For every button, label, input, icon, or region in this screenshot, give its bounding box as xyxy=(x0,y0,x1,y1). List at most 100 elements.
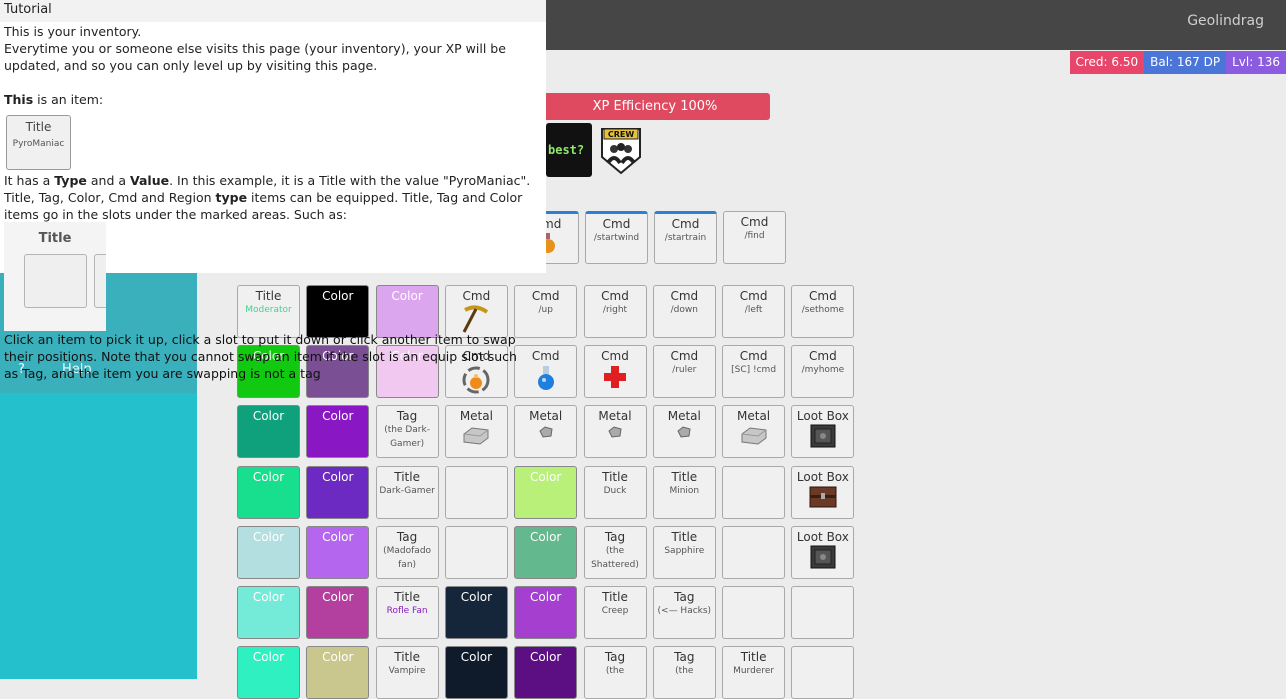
item-slot-tag[interactable]: Tag(<— Hacks) xyxy=(653,586,716,639)
item-value-label: Murderer xyxy=(723,664,784,678)
item-slot-metal[interactable]: Metal xyxy=(514,405,577,458)
item-slot-tag[interactable]: Tag(the xyxy=(584,646,647,699)
item-type-label: Title xyxy=(585,470,646,484)
item-slot-loot-box[interactable]: Loot Box xyxy=(791,466,854,519)
item-slot-title[interactable]: TitleSapphire xyxy=(653,526,716,579)
svg-text:best?: best? xyxy=(548,143,584,157)
username-link[interactable]: Geolindrag xyxy=(1187,13,1264,29)
tutorial-intro: This is your inventory. xyxy=(4,23,546,40)
equip-slot-cmd[interactable]: Cmd/startwind xyxy=(585,211,648,264)
item-value-label: (the Shattered) xyxy=(585,544,646,572)
item-slot-color[interactable]: Color xyxy=(237,646,300,699)
item-slot-color[interactable]: Color xyxy=(237,466,300,519)
balance-badge: Bal: 167 DP xyxy=(1144,51,1226,74)
item-type-label: Tag xyxy=(377,409,438,423)
stats-bar: Cred: 6.50 Bal: 167 DP Lvl: 136 xyxy=(1070,51,1286,74)
item-type-label: Metal xyxy=(723,409,784,423)
item-type-label: Tag xyxy=(585,650,646,664)
item-type-label: Color xyxy=(307,470,368,484)
item-slot-metal[interactable]: Metal xyxy=(445,405,508,458)
item-value-label: /down xyxy=(654,303,715,317)
empty-slot[interactable] xyxy=(445,466,508,519)
item-slot-title[interactable]: TitleRofle Fan xyxy=(376,586,439,639)
level-badge: Lvl: 136 xyxy=(1226,51,1286,74)
item-value-label: (the Dark-Gamer) xyxy=(377,423,438,451)
empty-slot[interactable] xyxy=(791,586,854,639)
item-slot-color[interactable]: Color xyxy=(514,646,577,699)
item-type-label: Color xyxy=(307,530,368,544)
item-type-label: Title xyxy=(377,650,438,664)
item-type-label: Color xyxy=(515,650,576,664)
item-slot-tag[interactable]: Tag(the xyxy=(653,646,716,699)
item-slot-cmd[interactable]: Cmd/myhome xyxy=(791,345,854,398)
item-slot-color[interactable]: Color xyxy=(306,526,369,579)
item-type-label: Cmd xyxy=(723,349,784,363)
item-slot-color[interactable]: Color xyxy=(306,466,369,519)
item-slot-cmd[interactable]: Cmd/right xyxy=(584,285,647,338)
item-slot-title[interactable]: TitleDuck xyxy=(584,466,647,519)
item-type-label: Color xyxy=(307,590,368,604)
item-slot-title[interactable]: TitleVampire xyxy=(376,646,439,699)
item-slot-cmd[interactable]: Cmd xyxy=(584,345,647,398)
item-slot-cmd[interactable]: Cmd/ruler xyxy=(653,345,716,398)
item-slot-color[interactable]: Color xyxy=(306,405,369,458)
item-slot-color[interactable]: Color xyxy=(514,526,577,579)
item-slot-metal[interactable]: Metal xyxy=(722,405,785,458)
equip-slot-cmd[interactable]: Cmd/startrain xyxy=(654,211,717,264)
item-type-label: Title xyxy=(377,470,438,484)
item-slot-loot-box[interactable]: Loot Box xyxy=(791,405,854,458)
item-slot-color[interactable]: Color xyxy=(237,586,300,639)
item-slot-tag[interactable]: Tag(the Shattered) xyxy=(584,526,647,579)
item-slot-cmd[interactable]: Cmd/sethome xyxy=(791,285,854,338)
tutorial-title: Tutorial xyxy=(0,0,546,22)
tutorial-example-slots: Title xyxy=(4,222,106,331)
item-slot-metal[interactable]: Metal xyxy=(584,405,647,458)
item-type-label: Color xyxy=(515,470,576,484)
item-slot-title[interactable]: TitleMinion xyxy=(653,466,716,519)
item-slot-title[interactable]: TitleDark-Gamer xyxy=(376,466,439,519)
item-slot-color[interactable]: Color xyxy=(445,646,508,699)
item-type-label: Cmd xyxy=(792,289,853,303)
item-type-label: Cmd xyxy=(792,349,853,363)
item-slot-color[interactable]: Color xyxy=(514,586,577,639)
item-slot-cmd[interactable]: Cmd/down xyxy=(653,285,716,338)
item-slot-cmd[interactable]: Cmd/find xyxy=(723,211,786,264)
item-type-label: Cmd xyxy=(585,349,646,363)
ingot-icon xyxy=(723,424,784,450)
item-slot-loot-box[interactable]: Loot Box xyxy=(791,526,854,579)
empty-slot[interactable] xyxy=(722,586,785,639)
item-slot-color[interactable]: Color xyxy=(306,646,369,699)
item-value-label: (the xyxy=(654,664,715,678)
item-slot-tag[interactable]: Tag(the Dark-Gamer) xyxy=(376,405,439,458)
item-value-label: (the xyxy=(585,664,646,678)
empty-slot[interactable] xyxy=(722,526,785,579)
item-value-label: Dark-Gamer xyxy=(377,484,438,498)
empty-slot[interactable] xyxy=(445,526,508,579)
item-slot-color[interactable]: Color xyxy=(306,586,369,639)
item-slot-tag[interactable]: Tag(Madofado fan) xyxy=(376,526,439,579)
empty-slot[interactable] xyxy=(791,646,854,699)
tutorial-xp-note: Everytime you or someone else visits thi… xyxy=(4,40,546,74)
item-value-label: /left xyxy=(723,303,784,317)
red-cross-icon xyxy=(585,364,646,394)
item-slot-metal[interactable]: Metal xyxy=(653,405,716,458)
item-type-label: Tag xyxy=(654,590,715,604)
item-slot-color[interactable]: Color xyxy=(237,405,300,458)
item-slot-title[interactable]: TitleMurderer xyxy=(722,646,785,699)
item-type-label: Color xyxy=(377,289,438,303)
item-slot-title[interactable]: TitleCreep xyxy=(584,586,647,639)
safe-icon xyxy=(792,545,853,573)
nugget-icon xyxy=(585,424,646,443)
item-type-label: Title xyxy=(654,530,715,544)
item-slot-color[interactable]: Color xyxy=(514,466,577,519)
tutorial-instructions: Click an item to pick it up, click a slo… xyxy=(4,331,534,382)
item-slot-cmd[interactable]: Cmd/left xyxy=(722,285,785,338)
item-type-label: Tag xyxy=(585,530,646,544)
item-type-label: Color xyxy=(515,530,576,544)
item-slot-cmd[interactable]: Cmd[SC] !cmd xyxy=(722,345,785,398)
item-slot-color[interactable]: Color xyxy=(445,586,508,639)
empty-slot[interactable] xyxy=(722,466,785,519)
item-value-label: [SC] !cmd xyxy=(723,363,784,377)
item-slot-color[interactable]: Color xyxy=(237,526,300,579)
item-type-label: Tag xyxy=(654,650,715,664)
